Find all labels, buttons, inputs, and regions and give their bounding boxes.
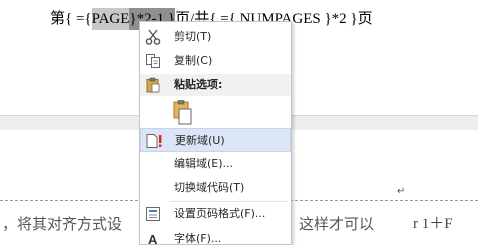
body-text-left: ，将其对齐方式设 bbox=[2, 215, 123, 233]
svg-text:A: A bbox=[148, 232, 158, 245]
menu-item-page-number-format-label: 设置页码格式(F)... bbox=[174, 207, 266, 220]
copy-icon bbox=[144, 52, 162, 70]
menu-item-copy-label: 复制(C) bbox=[174, 54, 213, 67]
menu-item-edit-field-label: 编辑域(E)... bbox=[174, 157, 234, 170]
body-text-right: 这样才可以 bbox=[299, 215, 375, 233]
menu-item-toggle-field-codes[interactable]: 切换域代码(T) bbox=[140, 176, 291, 200]
context-menu: 剪切(T) 复制(C) 粘贴选项: 更新域(U) 编辑域(E)... 切换域代码… bbox=[139, 21, 292, 245]
paste-options-label: 粘贴选项: bbox=[174, 78, 223, 91]
paste-keep-text-button[interactable] bbox=[172, 100, 194, 126]
paste-options-header: 粘贴选项: bbox=[140, 74, 291, 96]
field-text-prefix: 第{ ={ bbox=[50, 11, 92, 27]
page-number-format-icon bbox=[144, 205, 162, 223]
menu-item-page-number-format[interactable]: 设置页码格式(F)... bbox=[140, 202, 291, 226]
body-formula: r 1＋F bbox=[413, 216, 453, 232]
update-field-icon bbox=[145, 132, 163, 150]
scissors-icon bbox=[144, 28, 162, 46]
menu-item-update-field-label: 更新域(U) bbox=[175, 134, 225, 147]
menu-item-font-label: 字体(F)... bbox=[174, 232, 222, 245]
menu-item-copy[interactable]: 复制(C) bbox=[140, 49, 291, 73]
clipboard-icon bbox=[145, 77, 161, 96]
menu-item-cut-label: 剪切(T) bbox=[174, 30, 212, 43]
menu-item-toggle-field-codes-label: 切换域代码(T) bbox=[174, 181, 245, 194]
menu-item-cut[interactable]: 剪切(T) bbox=[140, 25, 291, 49]
menu-item-edit-field[interactable]: 编辑域(E)... bbox=[140, 152, 291, 176]
menu-item-update-field[interactable]: 更新域(U) bbox=[140, 128, 291, 152]
paragraph-mark: ↵ bbox=[397, 186, 406, 197]
field-text-page: PAGE bbox=[91, 8, 130, 30]
menu-item-font[interactable]: A 字体(F)... bbox=[140, 227, 291, 245]
